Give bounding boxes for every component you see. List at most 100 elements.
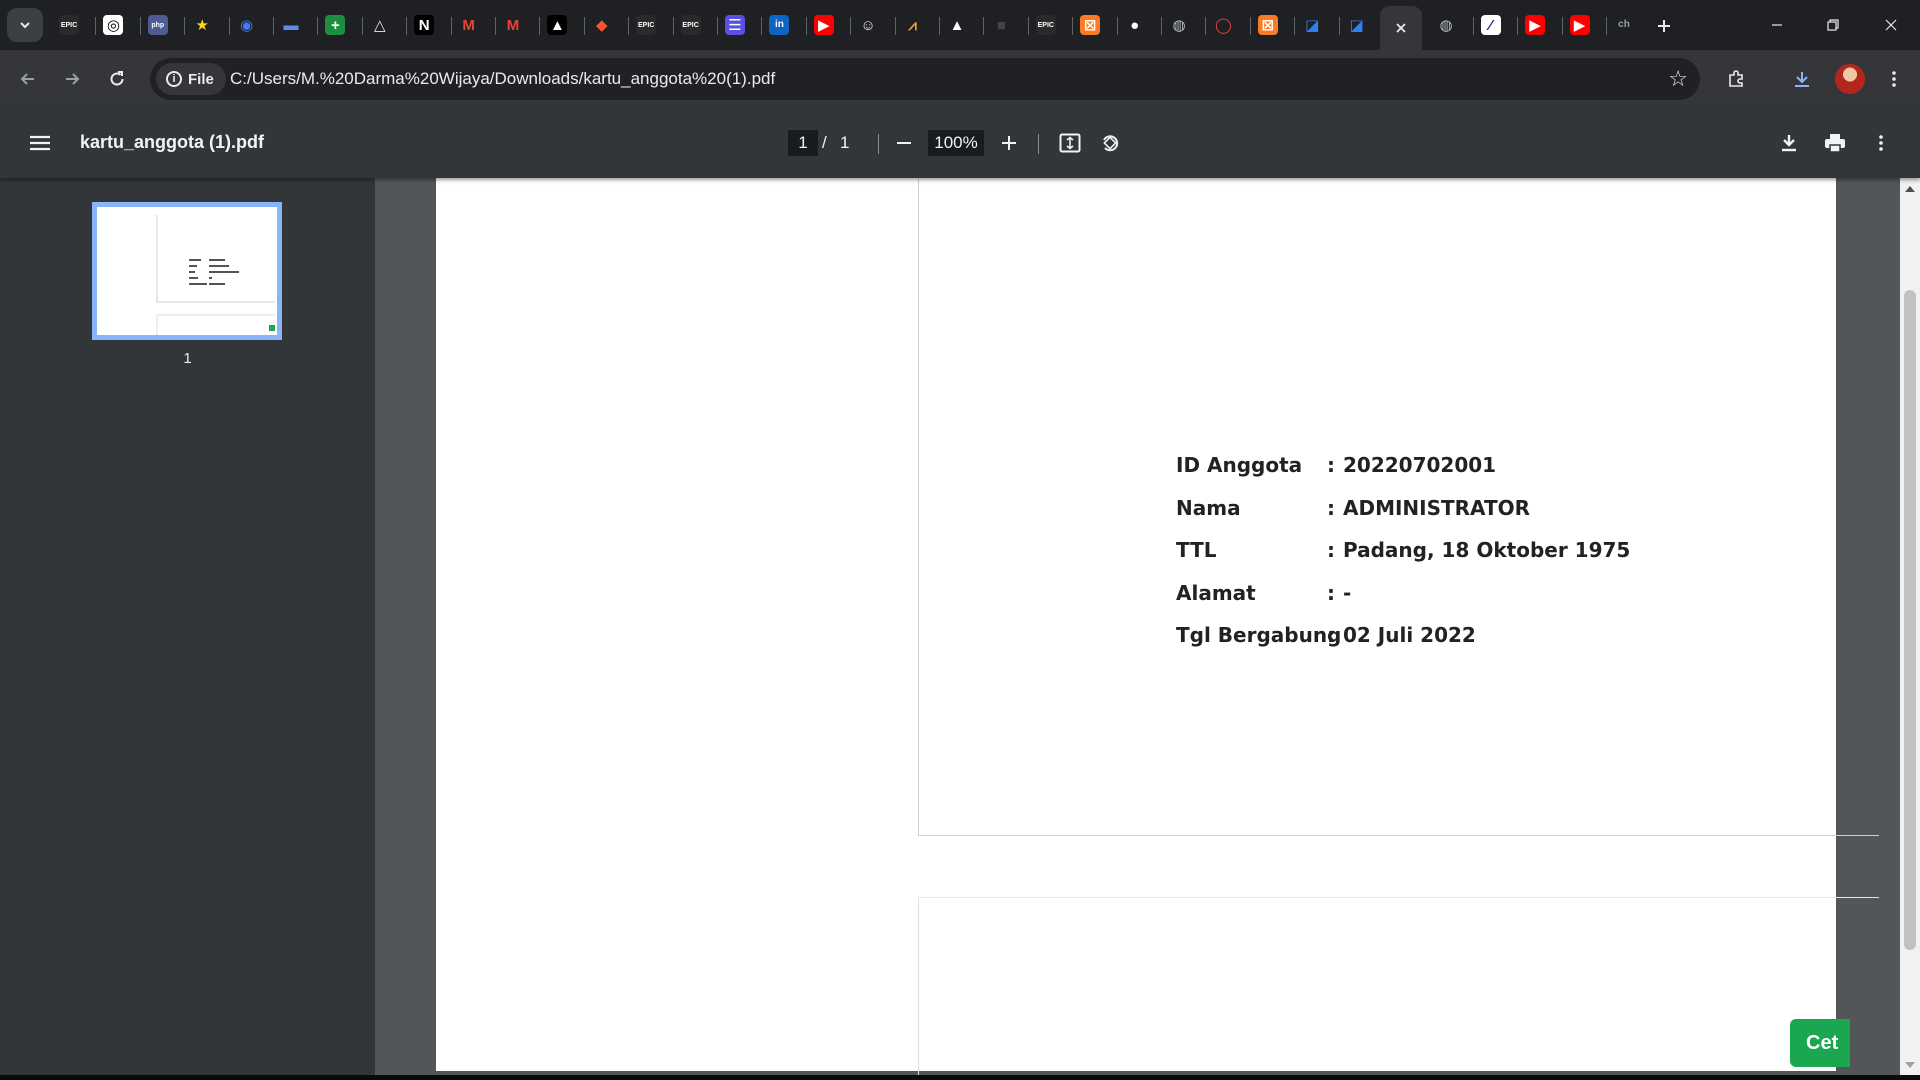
- pdf-download-button[interactable]: [1771, 125, 1807, 161]
- forward-button[interactable]: [54, 61, 90, 97]
- scroll-up-arrow-icon[interactable]: [1905, 186, 1915, 192]
- chevron-down-icon: [20, 22, 30, 29]
- tab-bar[interactable]: ▬: [275, 9, 307, 41]
- tab-triangle[interactable]: ▲: [541, 9, 573, 41]
- scrollbar-thumb[interactable]: [1904, 290, 1916, 950]
- xampp-2-icon: ⊠: [1257, 15, 1278, 35]
- info-value: Padang, 18 Oktober 1975: [1343, 538, 1631, 563]
- pdf-more-button[interactable]: [1863, 125, 1899, 161]
- tab-epic-games-2[interactable]: EPIC: [630, 9, 662, 41]
- tab-panda[interactable]: ☺: [852, 9, 884, 41]
- tab-slash[interactable]: ⁄: [1475, 9, 1507, 41]
- triangle-icon: ▲: [547, 15, 568, 35]
- info-value: 02 Juli 2022: [1343, 623, 1476, 648]
- figma-like-icon: ◪: [1305, 16, 1320, 34]
- tab-youtube-3[interactable]: ▶: [1564, 9, 1596, 41]
- tab-ch[interactable]: ch: [1608, 9, 1640, 41]
- url-text[interactable]: C:/Users/M.%20Darma%20Wijaya/Downloads/k…: [230, 69, 775, 89]
- minimize-button[interactable]: [1748, 0, 1806, 50]
- tab-php[interactable]: php: [142, 9, 174, 41]
- zoom-input[interactable]: 100%: [928, 130, 984, 156]
- menu-icon: [30, 135, 50, 151]
- print-card-button[interactable]: Cet: [1790, 1019, 1850, 1067]
- youtube-3-icon: ▶: [1569, 15, 1590, 35]
- tab-search-button[interactable]: [7, 8, 43, 42]
- tab-separator: [894, 17, 896, 35]
- epic-games-3-icon: EPIC: [680, 15, 701, 35]
- tab-globe-2[interactable]: ◍: [1430, 9, 1462, 41]
- tab-youtube[interactable]: ▶: [808, 9, 840, 41]
- profile-avatar[interactable]: [1835, 64, 1865, 94]
- new-tab-button[interactable]: [1650, 12, 1678, 40]
- tab-xampp-2[interactable]: ⊠: [1252, 9, 1284, 41]
- tab-separator: [983, 17, 985, 35]
- close-window-button[interactable]: [1862, 0, 1920, 50]
- toolbar-divider: [1038, 134, 1039, 154]
- epic-games-icon: EPIC: [59, 15, 79, 35]
- tab-epic-games[interactable]: EPIC: [53, 9, 85, 41]
- info-label: ID Anggota: [1176, 453, 1303, 477]
- tab-separator: [1161, 17, 1162, 35]
- tab-figma-like-2[interactable]: ◪: [1341, 9, 1373, 41]
- tab-green-plus[interactable]: +: [319, 9, 351, 41]
- tab-separator: [1294, 17, 1296, 35]
- tab-gmail[interactable]: M: [453, 9, 485, 41]
- tab-dark-box[interactable]: ■: [985, 9, 1017, 41]
- tab-separator: [495, 17, 496, 35]
- tab-notion[interactable]: N: [408, 9, 440, 41]
- minus-icon: [897, 142, 911, 144]
- tab-youtube-2[interactable]: ▶: [1519, 9, 1551, 41]
- tab-mountain[interactable]: ⩘: [897, 9, 929, 41]
- back-button[interactable]: [10, 61, 46, 97]
- zoom-out-button[interactable]: [886, 125, 922, 161]
- tab-separator: [95, 17, 97, 35]
- tab-brave[interactable]: ◆: [586, 9, 618, 41]
- rotate-button[interactable]: [1092, 125, 1128, 161]
- globe-2-icon: ◍: [1439, 16, 1453, 34]
- info-label: Alamat: [1176, 580, 1256, 605]
- tab-drop[interactable]: △: [364, 9, 396, 41]
- tab-up-triangle[interactable]: ▲: [941, 9, 973, 41]
- site-info-chip[interactable]: i File: [156, 63, 226, 95]
- tab-epic-games-3[interactable]: EPIC: [675, 9, 707, 41]
- taskbar-edge: [0, 1075, 1920, 1080]
- brave-icon: ◆: [596, 16, 608, 34]
- info-colon: :: [1327, 453, 1335, 477]
- browser-menu-button[interactable]: [1876, 61, 1912, 97]
- info-value: 20220702001: [1343, 453, 1497, 477]
- tab-openai[interactable]: ◎: [97, 9, 129, 41]
- info-label: Tgl Bergabung: [1176, 623, 1342, 648]
- tab-figma-like[interactable]: ◪: [1296, 9, 1328, 41]
- green-plus-icon: +: [325, 15, 346, 35]
- sidebar-toggle-button[interactable]: [22, 125, 58, 161]
- page-number-input[interactable]: 1: [788, 130, 818, 156]
- globe-icon: ◍: [1172, 16, 1186, 34]
- tab-list[interactable]: ☰: [719, 9, 751, 41]
- tab-star[interactable]: ★: [186, 9, 218, 41]
- extensions-button[interactable]: [1718, 61, 1754, 97]
- tab-linkedin[interactable]: in: [763, 9, 795, 41]
- tab-blue-circle[interactable]: ◉: [231, 9, 263, 41]
- downloads-button[interactable]: [1784, 61, 1820, 97]
- bookmark-star-icon[interactable]: ☆: [1668, 67, 1688, 91]
- fit-page-button[interactable]: [1052, 125, 1088, 161]
- github-icon: ●: [1130, 16, 1140, 34]
- address-bar[interactable]: i File C:/Users/M.%20Darma%20Wijaya/Down…: [150, 58, 1700, 100]
- scroll-down-arrow-icon[interactable]: [1905, 1062, 1915, 1068]
- pdf-viewer[interactable]: ID Anggota:20220702001 Nama: ADMINISTRATOR…: [375, 178, 1900, 1080]
- reload-button[interactable]: [99, 61, 135, 97]
- tab-gmail-2[interactable]: M: [497, 9, 529, 41]
- tab-globe[interactable]: ◍: [1163, 9, 1195, 41]
- zoom-in-button[interactable]: [991, 125, 1027, 161]
- tab-red-ring[interactable]: ◯: [1207, 9, 1239, 41]
- tab-epic-games-4[interactable]: EPIC: [1030, 9, 1062, 41]
- tab-xampp[interactable]: ⊠: [1074, 9, 1106, 41]
- restore-button[interactable]: [1804, 0, 1862, 50]
- active-tab[interactable]: [1380, 6, 1422, 50]
- page-thumbnail[interactable]: [92, 202, 282, 340]
- vertical-scrollbar[interactable]: [1900, 178, 1920, 1080]
- figma-like-2-icon: ◪: [1349, 16, 1364, 34]
- print-button[interactable]: [1817, 125, 1853, 161]
- tab-github[interactable]: ●: [1119, 9, 1151, 41]
- close-icon[interactable]: [1394, 21, 1408, 35]
